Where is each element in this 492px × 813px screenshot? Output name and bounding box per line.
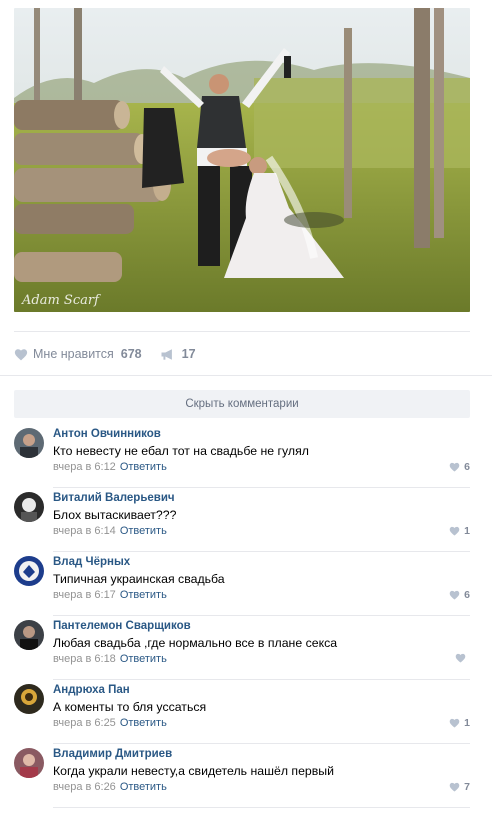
comment-time[interactable]: вчера в 6:14 xyxy=(53,525,116,537)
comment-text: Блох вытаскивает??? xyxy=(53,508,177,522)
comment-meta: вчера в 6:17 Ответить xyxy=(53,589,167,601)
comment-text: Любая свадьба ,где нормально все в плане… xyxy=(53,636,338,650)
comment-like-count: 6 xyxy=(464,589,470,601)
post-photo[interactable]: Adam Scarf xyxy=(14,8,470,312)
avatar[interactable] xyxy=(14,492,44,522)
comment-like-button[interactable]: 1 xyxy=(449,717,470,729)
comment-meta: вчера в 6:14 Ответить xyxy=(53,525,167,537)
comment-item: Владимир Дмитриев Когда украли невесту,а… xyxy=(14,744,470,808)
divider xyxy=(53,807,470,808)
heart-icon xyxy=(14,348,28,360)
hide-comments-button[interactable]: Скрыть комментарии xyxy=(14,390,470,418)
comment-like-count: 6 xyxy=(464,461,470,473)
post-actions: Мне нравится 678 17 xyxy=(14,342,196,366)
comment-item: Виталий Валерьевич Блох вытаскивает??? в… xyxy=(14,488,470,552)
comment-time[interactable]: вчера в 6:17 xyxy=(53,589,116,601)
heart-icon xyxy=(455,653,466,663)
reply-link[interactable]: Ответить xyxy=(120,653,167,665)
avatar[interactable] xyxy=(14,428,44,458)
comment-item: Андрюха Пан А коменты то бля уссаться вч… xyxy=(14,680,470,744)
comments-list: Антон Овчинников Кто невесту не ебал тот… xyxy=(14,424,470,808)
heart-icon xyxy=(449,462,460,472)
comment-time[interactable]: вчера в 6:18 xyxy=(53,653,116,665)
comment-author[interactable]: Виталий Валерьевич xyxy=(53,492,175,504)
comment-author[interactable]: Андрюха Пан xyxy=(53,684,130,696)
reply-link[interactable]: Ответить xyxy=(120,589,167,601)
comment-item: Влад Чёрных Типичная украинская свадьба … xyxy=(14,552,470,616)
reply-link[interactable]: Ответить xyxy=(120,781,167,793)
comment-time[interactable]: вчера в 6:12 xyxy=(53,461,116,473)
share-count: 17 xyxy=(181,347,196,361)
reply-link[interactable]: Ответить xyxy=(120,717,167,729)
megaphone-icon xyxy=(161,348,172,360)
comment-text: А коменты то бля уссаться xyxy=(53,700,207,714)
comment-meta: вчера в 6:26 Ответить xyxy=(53,781,167,793)
heart-icon xyxy=(449,526,460,536)
like-count: 678 xyxy=(120,347,142,361)
divider xyxy=(0,375,492,376)
avatar[interactable] xyxy=(14,620,44,650)
divider xyxy=(14,331,470,332)
comment-like-button[interactable] xyxy=(455,653,470,663)
heart-icon xyxy=(449,718,460,728)
hide-comments-label: Скрыть комментарии xyxy=(185,398,299,410)
avatar[interactable] xyxy=(14,684,44,714)
comment-time[interactable]: вчера в 6:26 xyxy=(53,781,116,793)
comment-item: Антон Овчинников Кто невесту не ебал тот… xyxy=(14,424,470,488)
wall-post: Adam Scarf Мне нравится 678 17 Скрыть ко… xyxy=(0,0,492,813)
comment-author[interactable]: Пантелемон Сварщиков xyxy=(53,620,191,632)
comment-author[interactable]: Антон Овчинников xyxy=(53,428,161,440)
comment-like-button[interactable]: 6 xyxy=(449,589,470,601)
heart-icon xyxy=(449,782,460,792)
photo-watermark: Adam Scarf xyxy=(21,293,101,308)
comment-like-count: 7 xyxy=(464,781,470,793)
reply-link[interactable]: Ответить xyxy=(120,461,167,473)
comment-like-button[interactable]: 1 xyxy=(449,525,470,537)
reply-link[interactable]: Ответить xyxy=(120,525,167,537)
comment-like-button[interactable]: 6 xyxy=(449,461,470,473)
share-button[interactable]: 17 xyxy=(160,347,196,361)
comment-text: Кто невесту не ебал тот на свадьбе не гу… xyxy=(53,444,309,458)
comment-author[interactable]: Влад Чёрных xyxy=(53,556,130,568)
comment-meta: вчера в 6:12 Ответить xyxy=(53,461,167,473)
comment-text: Когда украли невесту,а свидетель нашёл п… xyxy=(53,764,334,778)
comment-item: Пантелемон Сварщиков Любая свадьба ,где … xyxy=(14,616,470,680)
comment-like-count: 1 xyxy=(464,525,470,537)
avatar[interactable] xyxy=(14,556,44,586)
comment-text: Типичная украинская свадьба xyxy=(53,572,225,586)
wedding-photo-image: Adam Scarf xyxy=(14,8,470,312)
heart-icon xyxy=(449,590,460,600)
comment-author[interactable]: Владимир Дмитриев xyxy=(53,748,172,760)
comment-meta: вчера в 6:18 Ответить xyxy=(53,653,167,665)
comment-like-count: 1 xyxy=(464,717,470,729)
like-label: Мне нравится xyxy=(33,347,114,361)
comment-like-button[interactable]: 7 xyxy=(449,781,470,793)
comment-meta: вчера в 6:25 Ответить xyxy=(53,717,167,729)
like-button[interactable]: Мне нравится 678 xyxy=(14,347,142,361)
avatar[interactable] xyxy=(14,748,44,778)
comment-time[interactable]: вчера в 6:25 xyxy=(53,717,116,729)
